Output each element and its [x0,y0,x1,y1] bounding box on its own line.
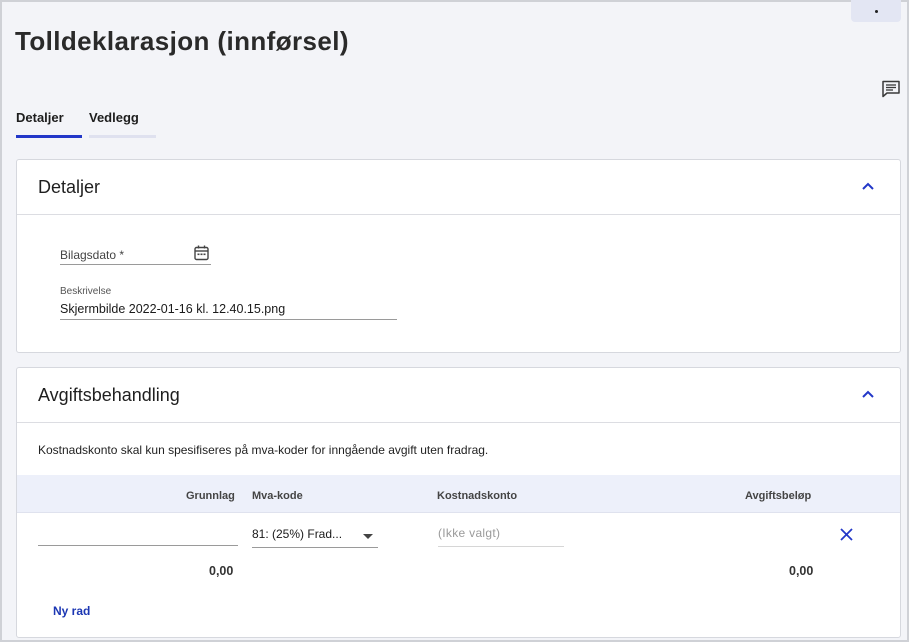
comment-icon[interactable] [881,80,901,98]
chevron-up-icon[interactable] [862,390,874,398]
tab-detaljer[interactable]: Detaljer [16,110,82,138]
mva-kode-select-value[interactable]: 81: (25%) Frad... [252,527,342,541]
fees-table-header: Grunnlag Mva-kode Kostnadskonto Avgiftsb… [17,475,900,513]
column-header-kostnadskonto: Kostnadskonto [437,490,518,502]
page-title: Tolldeklarasjon (innførsel) [15,26,349,56]
date-field-underline[interactable] [60,264,211,265]
fees-info-text: Kostnadskonto skal kun spesifiseres på m… [38,443,489,457]
description-field-label: Beskrivelse [60,286,112,297]
close-icon[interactable] [840,528,853,541]
column-header-mva-kode: Mva-kode [252,490,303,502]
app-frame: Tolldeklarasjon (innførsel) Detaljer Ved… [0,0,909,642]
avgift-total: 0,00 [789,564,814,578]
details-card-header[interactable]: Detaljer [17,160,900,215]
calendar-icon[interactable] [194,245,209,261]
fees-card-header[interactable]: Avgiftsbehandling [17,368,900,423]
fees-card-title: Avgiftsbehandling [38,385,180,405]
column-header-avgiftsbelop: Avgiftsbeløp [745,490,812,502]
grunnlag-input[interactable] [38,545,238,546]
details-card: Detaljer Bilagsdato * Beskrivelse Skjerm… [16,159,901,353]
tab-vedlegg-label: Vedlegg [89,110,139,125]
mva-kode-select-underline[interactable] [252,547,378,548]
chevron-up-icon[interactable] [862,182,874,190]
grunnlag-total: 0,00 [209,564,234,578]
date-field-label: Bilagsdato * [60,248,125,262]
description-field-underline [60,319,397,320]
kostnadskonto-select-placeholder[interactable]: (Ikke valgt) [438,526,500,540]
column-header-grunnlag: Grunnlag [186,490,235,502]
more-vertical-icon [874,10,878,13]
tab-vedlegg[interactable]: Vedlegg [89,110,156,138]
more-menu-button[interactable] [851,0,901,22]
new-row-button[interactable]: Ny rad [53,604,90,618]
description-field-value[interactable]: Skjermbilde 2022-01-16 kl. 12.40.15.png [60,302,285,316]
fees-card: Avgiftsbehandling Kostnadskonto skal kun… [16,367,901,638]
kostnadskonto-select-underline[interactable] [438,546,564,547]
dropdown-arrow-icon[interactable] [363,534,373,540]
details-card-title: Detaljer [38,177,101,197]
